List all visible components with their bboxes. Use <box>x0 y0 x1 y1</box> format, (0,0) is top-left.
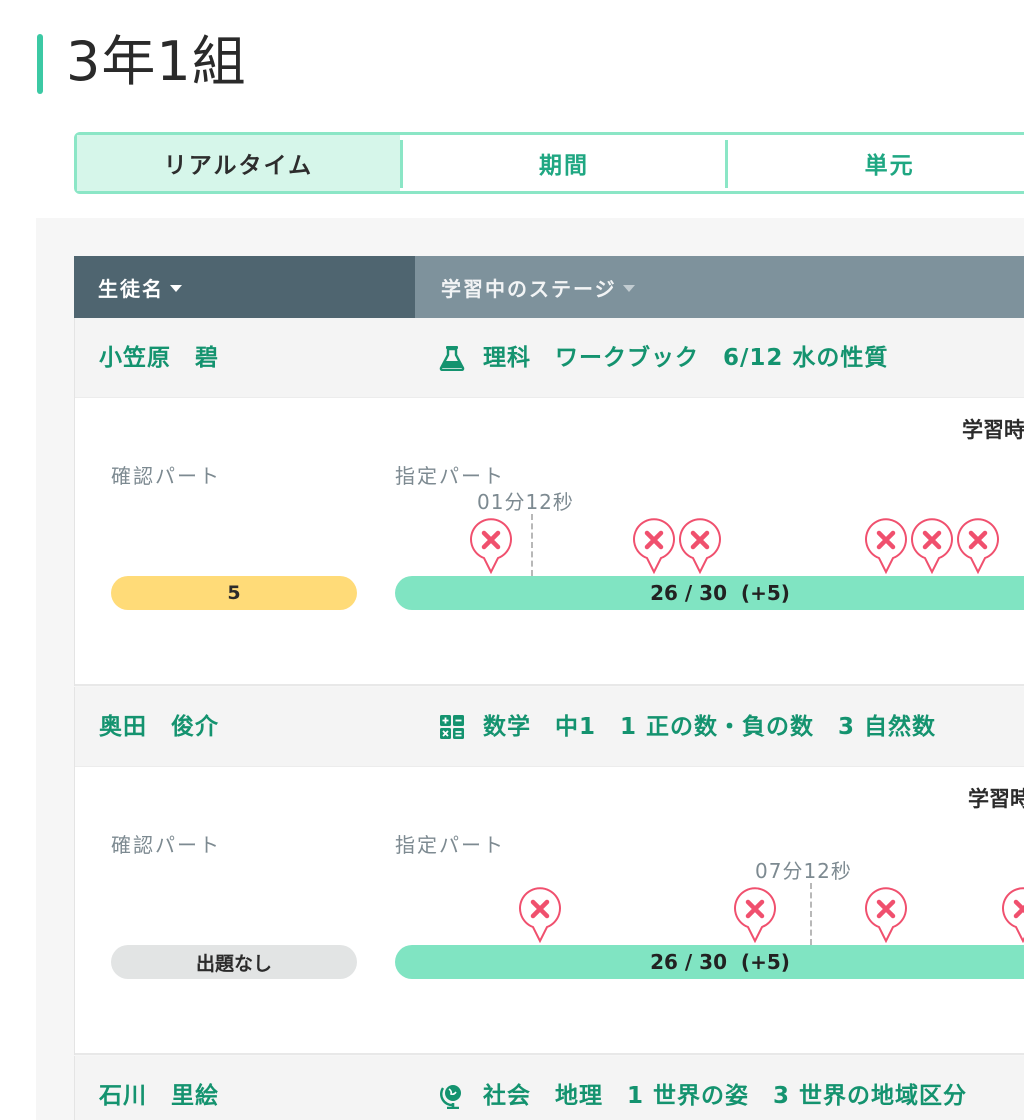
wrong-answer-marker[interactable] <box>518 887 562 943</box>
student-name[interactable]: 奥田 俊介 <box>99 687 219 767</box>
student-row: 奥田 俊介 数学 中1 1 正の数・負の数 3 自然数 学習時 確認パート 指定… <box>74 687 1024 1055</box>
tab-period[interactable]: 期間 <box>403 135 726 191</box>
elapsed-time: 07分12秒 <box>755 859 852 883</box>
view-tabs: リアルタイム 期間 単元 <box>74 132 1024 194</box>
student-name[interactable]: 小笠原 碧 <box>99 318 219 398</box>
tab-realtime[interactable]: リアルタイム <box>77 135 400 191</box>
confirm-part-label: 確認パート <box>111 464 221 488</box>
current-stage[interactable]: 数学 中1 1 正の数・負の数 3 自然数 <box>483 687 936 767</box>
column-header-name: 生徒名 <box>98 276 164 301</box>
wrong-answer-marker[interactable] <box>956 518 1000 574</box>
globe-icon <box>440 1085 461 1109</box>
confirm-part-status: 出題なし <box>111 945 357 979</box>
student-progress-area: 学習時 確認パート 指定パート 07分12秒 出題なし 26 / 30 (+5) <box>75 767 1024 1055</box>
wrong-answer-marker[interactable] <box>678 518 722 574</box>
current-stage[interactable]: 社会 地理 1 世界の姿 3 世界の地域区分 <box>483 1056 967 1120</box>
student-row: 小笠原 碧 理科 ワークブック 6/12 水の性質 学習時 確認パート 指定パー… <box>74 318 1024 686</box>
tab-unit[interactable]: 単元 <box>728 135 1024 191</box>
page-title: 3年1組 <box>66 30 247 93</box>
confirm-part-count: 5 <box>111 576 357 610</box>
sort-by-stage[interactable]: 学習中のステージ <box>415 256 1024 318</box>
student-row: 石川 里絵 社会 地理 1 世界の姿 3 世界の地域区分 <box>74 1056 1024 1120</box>
wrong-answer-marker[interactable] <box>469 518 513 574</box>
student-header: 小笠原 碧 理科 ワークブック 6/12 水の性質 <box>75 318 1024 398</box>
student-header: 石川 里絵 社会 地理 1 世界の姿 3 世界の地域区分 <box>75 1056 1024 1120</box>
wrong-answer-marker[interactable] <box>864 518 908 574</box>
title-accent-bar <box>37 34 43 94</box>
wrong-answer-marker[interactable] <box>864 887 908 943</box>
study-time-label: 学習時 <box>968 787 1024 811</box>
confirm-part-label: 確認パート <box>111 833 221 857</box>
column-header-stage: 学習中のステージ <box>441 276 617 301</box>
caret-down-icon <box>622 284 635 292</box>
wrong-answer-marker[interactable] <box>733 887 777 943</box>
student-progress-area: 学習時 確認パート 指定パート 01分12秒 5 26 / 30 (+5) <box>75 398 1024 686</box>
table-header: 生徒名 学習中のステージ <box>74 256 1024 318</box>
flask-icon <box>439 346 465 371</box>
sort-by-student-name[interactable]: 生徒名 <box>74 256 415 318</box>
elapsed-time: 01分12秒 <box>477 490 574 514</box>
time-marker <box>531 514 533 576</box>
student-name[interactable]: 石川 里絵 <box>99 1056 219 1120</box>
progress-bar: 26 / 30 (+5) <box>395 576 1024 610</box>
time-marker <box>810 883 812 945</box>
wrong-answer-marker[interactable] <box>1001 887 1024 943</box>
wrong-answer-marker[interactable] <box>910 518 954 574</box>
study-time-label: 学習時 <box>962 418 1024 442</box>
caret-down-icon <box>170 284 182 292</box>
progress-bar: 26 / 30 (+5) <box>395 945 1024 979</box>
student-header: 奥田 俊介 数学 中1 1 正の数・負の数 3 自然数 <box>75 687 1024 767</box>
wrong-answer-marker[interactable] <box>632 518 676 574</box>
calculator-icon <box>440 715 464 739</box>
assigned-part-label: 指定パート <box>395 833 505 857</box>
current-stage[interactable]: 理科 ワークブック 6/12 水の性質 <box>483 318 888 398</box>
assigned-part-label: 指定パート <box>395 464 505 488</box>
